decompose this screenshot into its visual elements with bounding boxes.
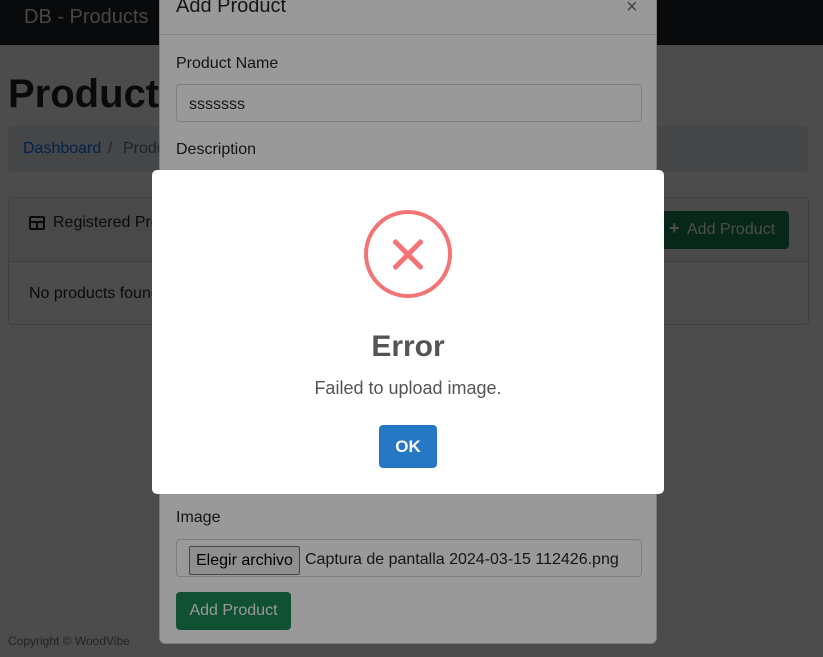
ok-button[interactable]: OK <box>379 425 437 468</box>
alert-title: Error <box>371 330 445 363</box>
error-alert-dialog: Error Failed to upload image. OK <box>152 170 664 494</box>
alert-message: Failed to upload image. <box>314 378 502 398</box>
error-icon <box>364 210 452 298</box>
